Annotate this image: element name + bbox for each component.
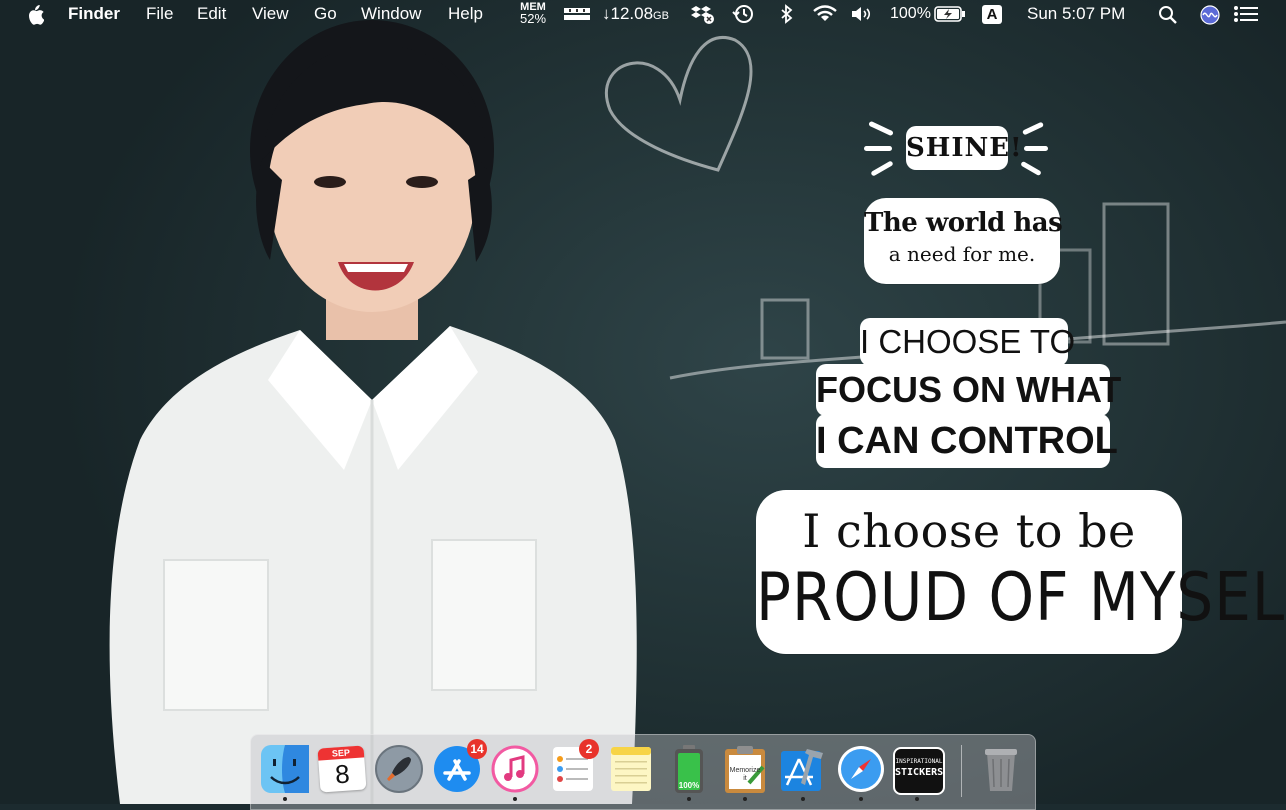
sticker-world-line2: a need for me. — [888, 242, 1036, 266]
menu-edit[interactable]: Edit — [197, 4, 226, 24]
dock-divider — [961, 745, 962, 797]
battery-charging-icon[interactable] — [934, 6, 966, 22]
menu-file[interactable]: File — [146, 4, 173, 24]
sticker-proud-line1: I choose to be — [802, 504, 1136, 558]
menu-clock[interactable]: Sun 5:07 PM — [1027, 4, 1125, 24]
sticker-world-needs-me: The world has a need for me. — [864, 198, 1063, 284]
time-machine-icon[interactable] — [732, 4, 754, 24]
dock-itunes[interactable] — [489, 743, 541, 795]
download-unit: GB — [653, 10, 669, 22]
sticker-focus-line2: FOCUS ON WHAT — [816, 364, 1121, 416]
battery-app-running-indicator — [687, 797, 691, 801]
network-download[interactable]: ↓12.08GB — [602, 4, 669, 26]
stickers-label-1: INSPIRATIONAL — [895, 758, 943, 765]
stickers-label-2: STICKERS — [895, 767, 944, 778]
bluetooth-icon[interactable] — [780, 4, 794, 24]
stickers-app-icon: INSPIRATIONAL STICKERS — [893, 747, 945, 795]
memorize-running-indicator — [743, 797, 747, 801]
dock-calendar[interactable]: SEP 8 — [317, 743, 369, 795]
menu-bar: Finder File Edit View Go Window Help MEM… — [0, 0, 1286, 28]
battery-percent[interactable]: 100% — [890, 4, 931, 24]
sticker-proud-line2: PROUD OF MYSELF. — [756, 558, 1286, 637]
dock-notes[interactable] — [605, 743, 657, 795]
calendar-icon: SEP 8 — [317, 745, 367, 793]
dock-reminders[interactable]: 2 — [547, 739, 599, 795]
disk-icon[interactable] — [563, 6, 591, 22]
xcode-running-indicator — [801, 797, 805, 801]
xcode-hammer-icon — [781, 749, 823, 791]
sticker-proud-of-myself: I choose to be PROUD OF MYSELF. — [756, 490, 1286, 654]
safari-running-indicator — [859, 797, 863, 801]
chalk-heart — [605, 36, 753, 172]
sticker-focus-line3: I CAN CONTROL — [816, 414, 1118, 468]
dock-xcode[interactable] — [777, 743, 829, 795]
menu-app-name[interactable]: Finder — [68, 4, 120, 24]
sticker-focus-line1: I CHOOSE TO — [860, 318, 1075, 366]
notification-center-icon[interactable] — [1234, 6, 1258, 22]
dock-inspirational-stickers[interactable]: INSPIRATIONAL STICKERS — [891, 743, 945, 795]
memory-value: 52% — [519, 11, 547, 26]
dock-battery-app[interactable]: 100% — [663, 743, 715, 795]
download-value: ↓12.08 — [602, 4, 654, 23]
volume-icon[interactable] — [850, 5, 874, 23]
dock-trash[interactable] — [975, 743, 1027, 795]
calendar-day: 8 — [334, 758, 351, 790]
dock: SEP 8 14 2 100% Memorize it INSPIRATIONA… — [250, 734, 1036, 810]
battery-app-label: 100% — [678, 781, 700, 790]
siri-icon[interactable] — [1199, 4, 1221, 26]
reminders-badge: 2 — [579, 739, 599, 759]
apple-icon[interactable] — [26, 5, 44, 25]
wifi-icon[interactable] — [812, 5, 838, 23]
dock-finder[interactable] — [259, 743, 311, 795]
dropbox-icon[interactable] — [690, 4, 716, 24]
memory-status[interactable]: MEM 52% — [516, 2, 550, 26]
dock-app-store[interactable]: 14 — [431, 739, 487, 795]
memorize-label: Memorize it — [729, 767, 761, 782]
app-store-badge: 14 — [467, 739, 487, 759]
dock-memorize-it[interactable]: Memorize it — [719, 743, 771, 795]
menu-help[interactable]: Help — [448, 4, 483, 24]
notes-icon — [611, 747, 651, 791]
dock-launchpad[interactable] — [373, 743, 425, 795]
sticker-world-line1: The world has — [864, 208, 1063, 238]
finder-icon — [261, 745, 309, 793]
person-photo — [109, 20, 637, 804]
spotlight-search-icon[interactable] — [1158, 5, 1178, 25]
safari-compass-icon — [838, 746, 884, 792]
menu-window[interactable]: Window — [361, 4, 421, 24]
trash-icon — [985, 749, 1017, 791]
stickers-running-indicator — [915, 797, 919, 801]
launchpad-rocket-icon — [375, 745, 423, 793]
menu-go[interactable]: Go — [314, 4, 337, 24]
menu-view[interactable]: View — [252, 4, 289, 24]
itunes-music-icon — [491, 745, 539, 793]
finder-running-indicator — [283, 797, 287, 801]
sticker-focus-control: I CHOOSE TO FOCUS ON WHAT I CAN CONTROL — [814, 314, 1121, 470]
itunes-running-indicator — [513, 797, 517, 801]
input-source-indicator[interactable]: A — [982, 5, 1002, 24]
dock-safari[interactable] — [835, 743, 887, 795]
sticker-shine-text: SHINE! — [906, 126, 1022, 170]
sticker-shine: SHINE! — [862, 112, 1052, 184]
